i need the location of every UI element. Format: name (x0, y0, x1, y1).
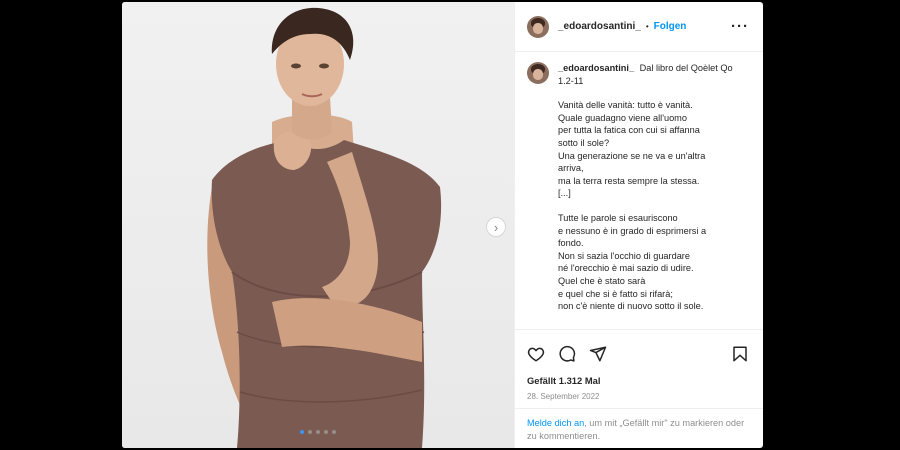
caption-line: Vanità delle vanità: tutto è vanità. (558, 100, 693, 111)
follow-button[interactable]: Folgen (654, 21, 687, 32)
carousel-dot (308, 430, 312, 434)
post-dialog: › _edoardosantini_ • Folgen ··· _edoardo… (122, 2, 763, 448)
carousel-dot (300, 430, 304, 434)
action-bar (527, 342, 749, 366)
caption-paragraph: Tutte le parole si esauriscono e nessuno… (558, 212, 749, 313)
post-header: _edoardosantini_ • Folgen ··· (515, 2, 763, 52)
carousel-dot (316, 430, 320, 434)
separator: • (645, 22, 649, 31)
caption-line: [...] (558, 188, 571, 199)
caption-line: Tutte le parole si esauriscono (558, 212, 678, 223)
caption-line: ma la terra resta sempre la stessa. (558, 175, 700, 186)
caption-line: sotto il sole? (558, 137, 610, 148)
avatar[interactable] (527, 62, 549, 84)
caption-line: per tutta la fatica con cui si affanna (558, 125, 700, 136)
caption-line: né l'orecchio è mai sazio di udire. (558, 263, 694, 274)
carousel-dot (324, 430, 328, 434)
post-date[interactable]: 28. September 2022 (527, 392, 600, 401)
login-prompt: Melde dich an, um mit „Gefällt mir" zu m… (515, 408, 763, 448)
caption-line: e quel che si è fatto si rifarà; (558, 288, 673, 299)
caption-line: Quel che è stato sarà (558, 275, 646, 286)
caption-username[interactable]: _edoardosantini_ (558, 63, 634, 73)
save-button[interactable] (731, 345, 749, 363)
heart-icon (527, 347, 545, 362)
caption-line: non c'è niente di nuovo sotto il sole. (558, 301, 704, 312)
post-media: › (122, 2, 514, 448)
post-sidebar: _edoardosantini_ • Folgen ··· _edoardosa… (514, 2, 763, 448)
like-button[interactable] (527, 345, 545, 363)
chevron-right-icon: › (493, 219, 499, 235)
caption-line: Non si sazia l'occhio di guardare (558, 250, 690, 261)
comment-icon (559, 345, 576, 362)
caption-line: Una generazione se ne va e un'altra (558, 150, 706, 161)
caption-line: e nessuno è in grado di esprimersi a (558, 225, 707, 236)
likes-count[interactable]: Gefällt 1.312 Mal (527, 375, 600, 386)
carousel-next-button[interactable]: › (486, 217, 506, 237)
post-photo (207, 7, 442, 448)
more-horizontal-icon[interactable]: ··· (731, 19, 749, 34)
username-link[interactable]: _edoardosantini_ (558, 21, 641, 32)
login-link[interactable]: Melde dich an (527, 418, 584, 428)
caption-header: _edoardosantini_ Dal libro del Qoèlet Qo… (558, 62, 749, 87)
caption-body: _edoardosantini_ Dal libro del Qoèlet Qo… (558, 62, 749, 313)
caption-line: Quale guadagno viene all'uomo (558, 112, 687, 123)
caption: _edoardosantini_ Dal libro del Qoèlet Qo… (527, 62, 749, 313)
bookmark-icon (733, 346, 747, 362)
avatar[interactable] (527, 15, 549, 38)
caption-line: fondo. (558, 238, 584, 249)
carousel-indicator (300, 430, 336, 434)
carousel-dot (332, 430, 336, 434)
share-button[interactable] (589, 345, 607, 363)
caption-paragraph: Vanità delle vanità: tutto è vanità. Qua… (558, 99, 749, 200)
share-icon (589, 346, 607, 362)
caption-area[interactable]: _edoardosantini_ Dal libro del Qoèlet Qo… (515, 53, 763, 330)
comment-button[interactable] (558, 345, 576, 363)
caption-line: arriva, (558, 163, 584, 174)
